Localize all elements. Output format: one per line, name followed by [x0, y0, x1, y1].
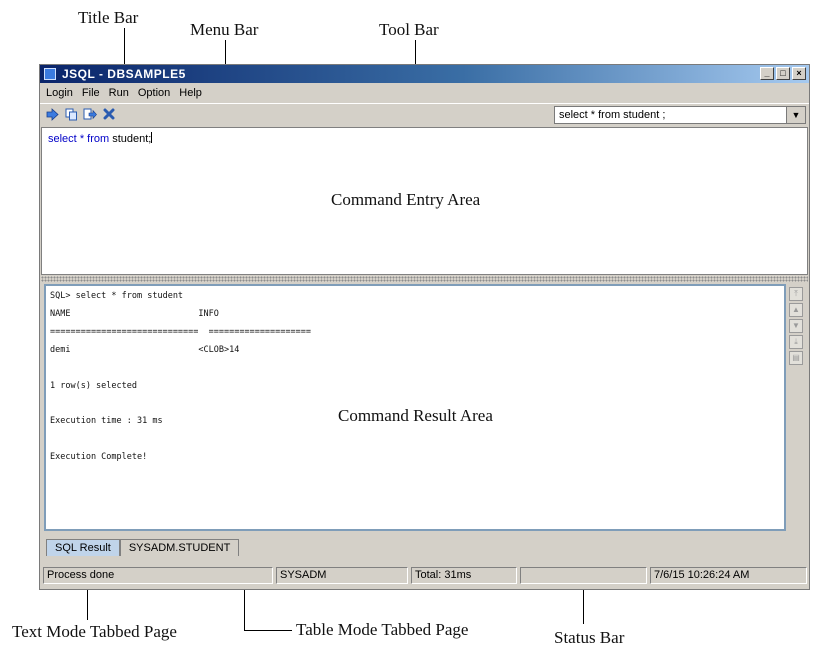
result-line: SQL> select * from student — [50, 291, 184, 301]
result-nav-toolbar: ⤒ ▲ ▼ ⤓ ▤ — [789, 287, 805, 392]
stop-icon[interactable] — [103, 108, 115, 122]
title-bar: JSQL - DBSAMPLE5 _ □ × — [40, 65, 809, 83]
splitter-handle[interactable] — [41, 276, 808, 282]
text-mode-tab-label: Text Mode Tabbed Page — [12, 622, 177, 641]
command-result-area-label: Command Result Area — [338, 406, 493, 425]
page-down-icon[interactable]: ▼ — [789, 319, 803, 333]
tool-bar-label: Tool Bar — [379, 20, 439, 39]
copy-icon[interactable] — [65, 108, 78, 123]
command-history-combo[interactable]: select * from student ; ▼ — [554, 106, 806, 124]
result-line: Execution Complete! — [50, 452, 148, 462]
menu-file[interactable]: File — [82, 87, 100, 99]
status-empty — [520, 567, 647, 584]
last-page-icon[interactable]: ⤓ — [789, 335, 803, 349]
status-user: SYSADM — [276, 567, 408, 584]
status-datetime: 7/6/15 10:26:24 AM — [650, 567, 807, 584]
minimize-button[interactable]: _ — [760, 67, 774, 80]
command-history-value: select * from student ; — [559, 109, 666, 121]
window-title: JSQL - DBSAMPLE5 — [62, 67, 186, 81]
status-total-time: Total: 31ms — [411, 567, 517, 584]
first-page-icon[interactable]: ⤒ — [789, 287, 803, 301]
tab-sql-result[interactable]: SQL Result — [46, 539, 120, 556]
clear-result-icon[interactable]: ▤ — [789, 351, 803, 365]
result-line: 1 row(s) selected — [50, 381, 137, 391]
result-line: demi <CLOB>14 — [50, 345, 240, 355]
menu-login[interactable]: Login — [46, 87, 73, 99]
result-line: Execution time : 31 ms — [50, 416, 163, 426]
text-caret — [151, 132, 153, 143]
menu-help[interactable]: Help — [179, 87, 202, 99]
page-up-icon[interactable]: ▲ — [789, 303, 803, 317]
command-entry-area-label: Command Entry Area — [331, 190, 481, 209]
run-icon[interactable] — [46, 108, 59, 123]
menu-bar-label: Menu Bar — [190, 20, 259, 39]
status-message: Process done — [43, 567, 273, 584]
jsql-window: JSQL - DBSAMPLE5 _ □ × Login File Run Op… — [39, 64, 810, 590]
close-button[interactable]: × — [792, 67, 806, 80]
export-icon[interactable] — [83, 108, 97, 123]
menu-run[interactable]: Run — [109, 87, 129, 99]
menu-option[interactable]: Option — [138, 87, 170, 99]
result-line: ============================= ==========… — [50, 327, 311, 337]
result-tabs: SQL Result SYSADM.STUDENT — [46, 539, 240, 557]
result-line: NAME INFO — [50, 309, 219, 319]
title-bar-pointer — [124, 28, 125, 66]
command-text: select * from student; — [48, 132, 153, 145]
status-bar: Process done SYSADM Total: 31ms 7/6/15 1… — [43, 567, 807, 585]
tool-bar: select * from student ; ▼ — [40, 103, 809, 125]
chevron-down-icon[interactable]: ▼ — [786, 107, 805, 123]
table-mode-tab-label: Table Mode Tabbed Page — [296, 620, 469, 639]
tab-sysadm-student[interactable]: SYSADM.STUDENT — [119, 539, 240, 556]
title-bar-label: Title Bar — [78, 8, 139, 27]
menu-bar: Login File Run Option Help — [40, 84, 809, 102]
status-bar-label: Status Bar — [554, 628, 625, 647]
app-icon — [44, 68, 56, 80]
maximize-button[interactable]: □ — [776, 67, 790, 80]
table-mode-tab-pointer-h — [244, 630, 292, 631]
